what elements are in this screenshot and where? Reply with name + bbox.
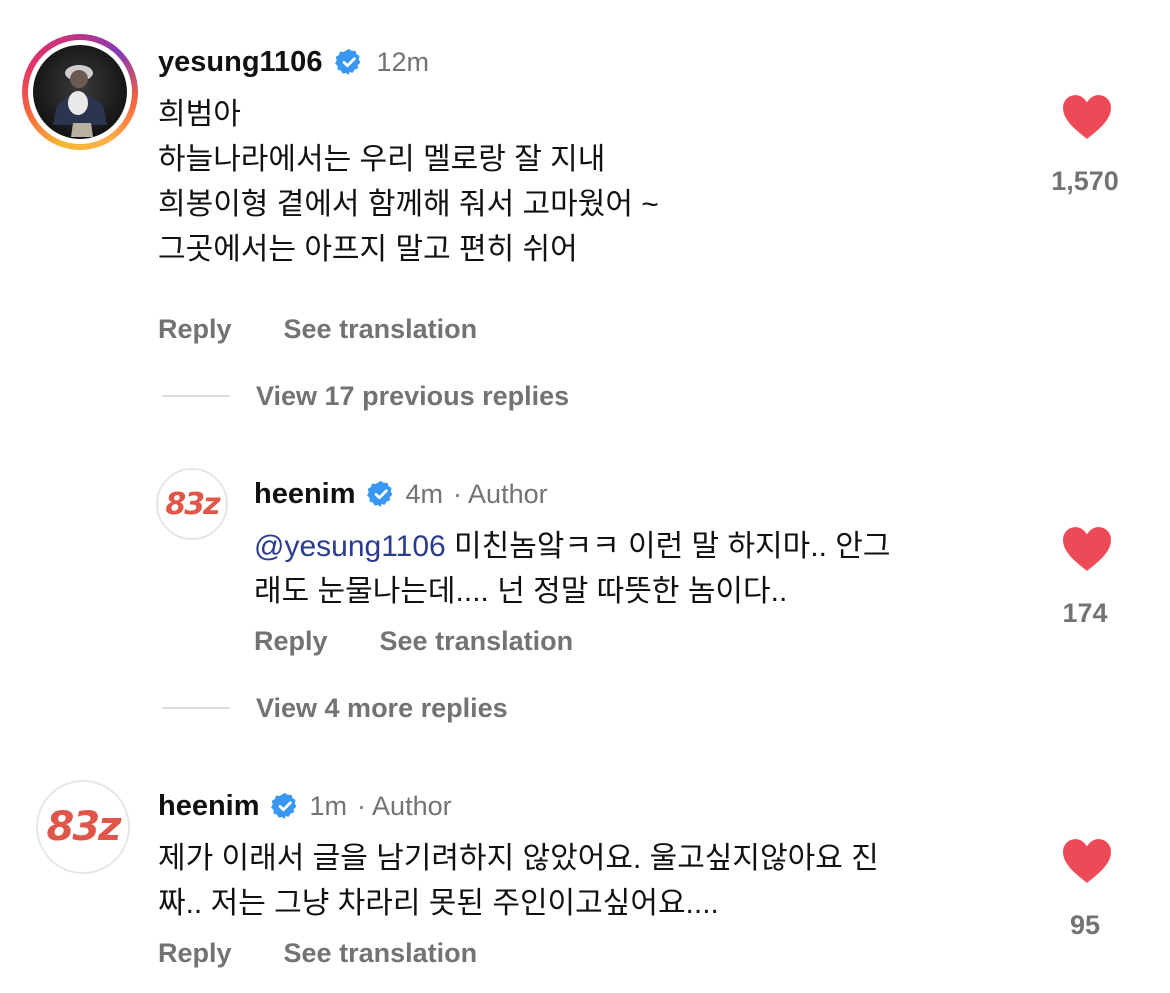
thread-divider	[162, 707, 230, 709]
author-tag: · Author	[357, 790, 452, 821]
comment-header: yesung1106 12m	[158, 42, 429, 82]
comment-line: 희봉이형 곁에서 함께해 줘서 고마웠어 ~	[158, 188, 659, 221]
avatar-heenim[interactable]: 83z	[36, 780, 130, 874]
comment-header: heenim 4m · Author	[254, 474, 548, 514]
comment-line: 그곳에서는 아프지 말고 편히 쉬어	[158, 233, 578, 266]
verified-badge-icon	[335, 48, 361, 76]
comment-time: 1m	[309, 790, 348, 821]
username[interactable]: yesung1106	[158, 46, 322, 79]
avatar-logo-text: 83z	[165, 486, 220, 522]
comment-line: @yesung1106 미친놈앜ㅋㅋ 이런 말 하지마.. 안그	[254, 524, 890, 569]
mention-link[interactable]: @yesung1106	[254, 530, 446, 563]
comment-text: @yesung1106 미친놈앜ㅋㅋ 이런 말 하지마.. 안그 래도 눈물나는…	[254, 524, 890, 614]
comment-line: 하늘나라에서는 우리 멜로랑 잘 지내	[158, 143, 606, 176]
avatar-heenim[interactable]: 83z	[156, 468, 228, 540]
comment-line: 희범아	[158, 98, 241, 131]
avatar-figure	[53, 65, 107, 137]
verified-badge-icon	[270, 792, 296, 820]
see-translation-button[interactable]: See translation	[284, 314, 478, 345]
thread-divider	[162, 395, 230, 397]
like-count: 1,570	[1051, 166, 1119, 196]
like-count: 95	[1069, 910, 1101, 940]
comment-text: 제가 이래서 글을 남기려하지 않았어요. 울고싶지않아요 진 짜.. 저는 그…	[158, 836, 879, 926]
reply-button[interactable]: Reply	[158, 938, 232, 969]
comment-line: 제가 이래서 글을 남기려하지 않았어요. 울고싶지않아요 진	[158, 842, 879, 875]
comment-line: 짜.. 저는 그냥 차라리 못된 주인이고싶어요....	[158, 887, 719, 920]
heart-icon[interactable]	[1062, 94, 1112, 140]
comment-time: 4m	[405, 478, 444, 509]
reply-button[interactable]: Reply	[254, 626, 328, 657]
comment-actions: Reply See translation	[254, 626, 573, 657]
avatar-photo	[33, 45, 127, 139]
comment-actions: Reply See translation	[158, 938, 477, 969]
view-previous-replies-button[interactable]: View 17 previous replies	[256, 381, 569, 412]
avatar-yesung1106[interactable]	[22, 34, 138, 150]
like-count: 174	[1062, 598, 1108, 628]
comment-line: 래도 눈물나는데.... 넌 정말 따뜻한 놈이다..	[254, 575, 788, 608]
comment-actions: Reply See translation	[158, 314, 477, 345]
comment-text: 희범아 하늘나라에서는 우리 멜로랑 잘 지내 희봉이형 곁에서 함께해 줘서 …	[158, 92, 659, 272]
heart-icon[interactable]	[1062, 526, 1112, 572]
username[interactable]: heenim	[158, 790, 260, 823]
comment-line-rest: 미친놈앜ㅋㅋ 이런 말 하지마.. 안그	[445, 530, 891, 563]
heart-icon[interactable]	[1062, 838, 1112, 884]
see-translation-button[interactable]: See translation	[380, 626, 574, 657]
view-more-replies-button[interactable]: View 4 more replies	[256, 693, 508, 724]
username[interactable]: heenim	[254, 478, 356, 511]
author-tag: · Author	[453, 478, 548, 509]
comment-time: 12m	[376, 46, 429, 77]
avatar-logo-text: 83z	[46, 804, 122, 850]
verified-badge-icon	[366, 480, 392, 508]
see-translation-button[interactable]: See translation	[284, 938, 478, 969]
comment-header: heenim 1m · Author	[158, 786, 452, 826]
reply-button[interactable]: Reply	[158, 314, 232, 345]
